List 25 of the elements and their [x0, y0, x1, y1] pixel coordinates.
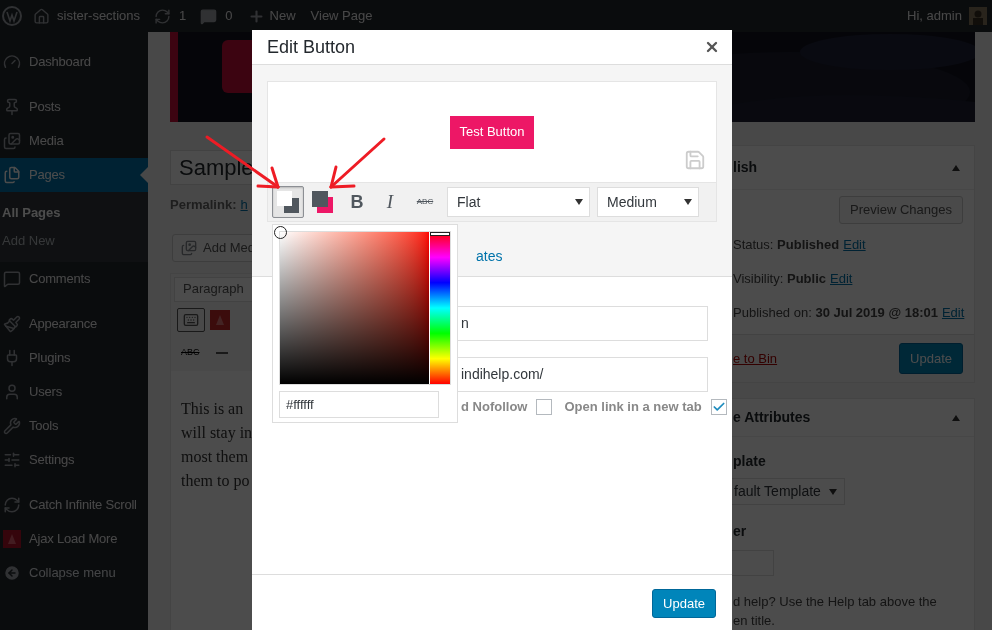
- field-label: er: [732, 522, 748, 541]
- bold-button[interactable]: B: [342, 186, 372, 218]
- content-line: most them: [181, 446, 249, 467]
- box-title: lish: [733, 158, 758, 177]
- style-select[interactable]: Flat: [447, 187, 590, 217]
- option-label: d Nofollow: [461, 398, 528, 417]
- help-text: en title.: [733, 612, 776, 630]
- content-line: will stay in: [181, 422, 253, 444]
- content-line: This is an: [181, 398, 244, 419]
- italic-button[interactable]: I: [375, 186, 405, 218]
- status-text: Status: Published: [733, 236, 840, 255]
- content-line: them to po: [181, 470, 250, 492]
- option-label: Open link in a new tab: [564, 398, 702, 417]
- help-text: d help? Use the Help tab above the: [733, 593, 938, 611]
- dialog-title: Edit Button: [267, 35, 356, 59]
- box-title: e Attributes: [733, 408, 811, 427]
- status-text: Published on: 30 Jul 2019 @ 18:01: [733, 304, 938, 323]
- hex-field[interactable]: #ffffff: [279, 391, 439, 418]
- preview-button[interactable]: Test Button: [450, 115, 534, 149]
- size-select[interactable]: Medium: [597, 187, 699, 217]
- field-label: plate: [732, 452, 767, 471]
- status-text: Visibility: Public: [733, 270, 826, 289]
- templates-tab[interactable]: ates: [476, 246, 503, 267]
- strikethrough-button[interactable]: ABC: [408, 186, 442, 218]
- update-button[interactable]: Update: [652, 589, 716, 618]
